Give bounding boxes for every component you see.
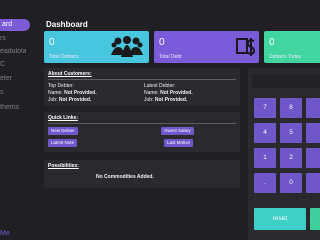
key-4[interactable]: 4	[254, 123, 276, 143]
key-0[interactable]: 0	[280, 173, 302, 193]
key-2[interactable]: 2	[280, 148, 302, 168]
panel-title: About Customers:	[48, 71, 92, 77]
calculator-display	[252, 74, 320, 88]
latest-debter-job: Job: Not Provided.	[144, 97, 187, 103]
people-group-icon	[111, 36, 143, 57]
job-value: Not Provided.	[154, 97, 188, 103]
main-content: Dashboard 0 Total Debters 0 Total Debt 0…	[40, 0, 320, 240]
top-debter-name: Name: Not Provided.	[48, 90, 97, 96]
name-value: Not Provided.	[64, 90, 97, 96]
divider	[48, 79, 236, 80]
app-window: ard rs eadulola C eter s thems Me Dashbo…	[0, 0, 320, 240]
panel-title: Quick Links:	[48, 115, 79, 121]
calculator-keypad: 7 8 4 5 1 2 . 0 reset	[248, 68, 320, 240]
key-8[interactable]: 8	[280, 98, 302, 118]
stat-value: 0	[269, 37, 275, 48]
latest-note-button[interactable]: Latest Note	[48, 139, 78, 147]
key-partial[interactable]	[306, 173, 320, 193]
about-customers-panel: About Customers: Top Debter: Name: Not P…	[44, 68, 240, 106]
sidebar-item-users[interactable]: rs	[0, 35, 6, 42]
job-label: Job:	[144, 97, 154, 103]
latest-debter-label: Latest Debter:	[144, 83, 176, 89]
key-decimal[interactable]: .	[254, 173, 276, 193]
sidebar-item-dashboard[interactable]: ard	[0, 19, 30, 31]
key-partial[interactable]	[306, 123, 320, 143]
lowest-salary-button[interactable]: Owest Salary	[161, 127, 194, 135]
page-title: Dashboard	[46, 20, 88, 29]
name-value: Not Provided.	[160, 90, 193, 96]
sidebar-item-schedule[interactable]: eadulola	[0, 48, 26, 55]
empty-commodities-text: No Commodities Added.	[96, 174, 154, 180]
key-1[interactable]: 1	[254, 148, 276, 168]
name-label: Name:	[48, 90, 63, 96]
sidebar-item-debter[interactable]: eter	[0, 75, 12, 82]
new-debter-button[interactable]: New Debter	[48, 127, 78, 135]
stat-card-total-debt: 0 Total Debt	[154, 31, 259, 63]
stat-label: Total Debt	[159, 54, 182, 60]
last-motive-button[interactable]: Last Motive	[164, 139, 194, 147]
possibilities-panel: Possibilities: No Commodities Added.	[44, 160, 240, 188]
key-5[interactable]: 5	[280, 123, 302, 143]
enter-button[interactable]	[310, 208, 320, 230]
top-debter-job: Job: Not Provided.	[48, 97, 91, 103]
job-label: Job:	[48, 97, 58, 103]
dollar-sign-icon	[236, 38, 255, 56]
key-partial[interactable]	[306, 98, 320, 118]
sidebar-item-c[interactable]: C	[0, 61, 5, 68]
key-7[interactable]: 7	[254, 98, 276, 118]
stat-label: Total Debters	[49, 54, 79, 60]
sidebar-item-s[interactable]: s	[0, 89, 4, 96]
sidebar: ard rs eadulola C eter s thems Me	[0, 0, 40, 240]
top-debter-label: Top Debter:	[48, 83, 74, 89]
sidebar-footer-link[interactable]: Me	[0, 230, 10, 237]
reset-button[interactable]: reset	[254, 208, 306, 230]
stat-label: Debters Today	[269, 54, 302, 60]
sidebar-item-items[interactable]: thems	[0, 104, 19, 111]
stat-card-total-debters: 0 Total Debters	[44, 31, 149, 63]
name-label: Name:	[144, 90, 159, 96]
job-value: Not Provided.	[58, 97, 92, 103]
divider	[48, 123, 236, 124]
key-partial[interactable]	[306, 148, 320, 168]
quick-links-panel: Quick Links: New Debter Owest Salary Lat…	[44, 112, 240, 152]
panel-title: Possibilities:	[48, 163, 79, 169]
stat-card-debters-today: 0 Debters Today	[264, 31, 320, 63]
latest-debter-name: Name: Not Provided.	[144, 90, 193, 96]
